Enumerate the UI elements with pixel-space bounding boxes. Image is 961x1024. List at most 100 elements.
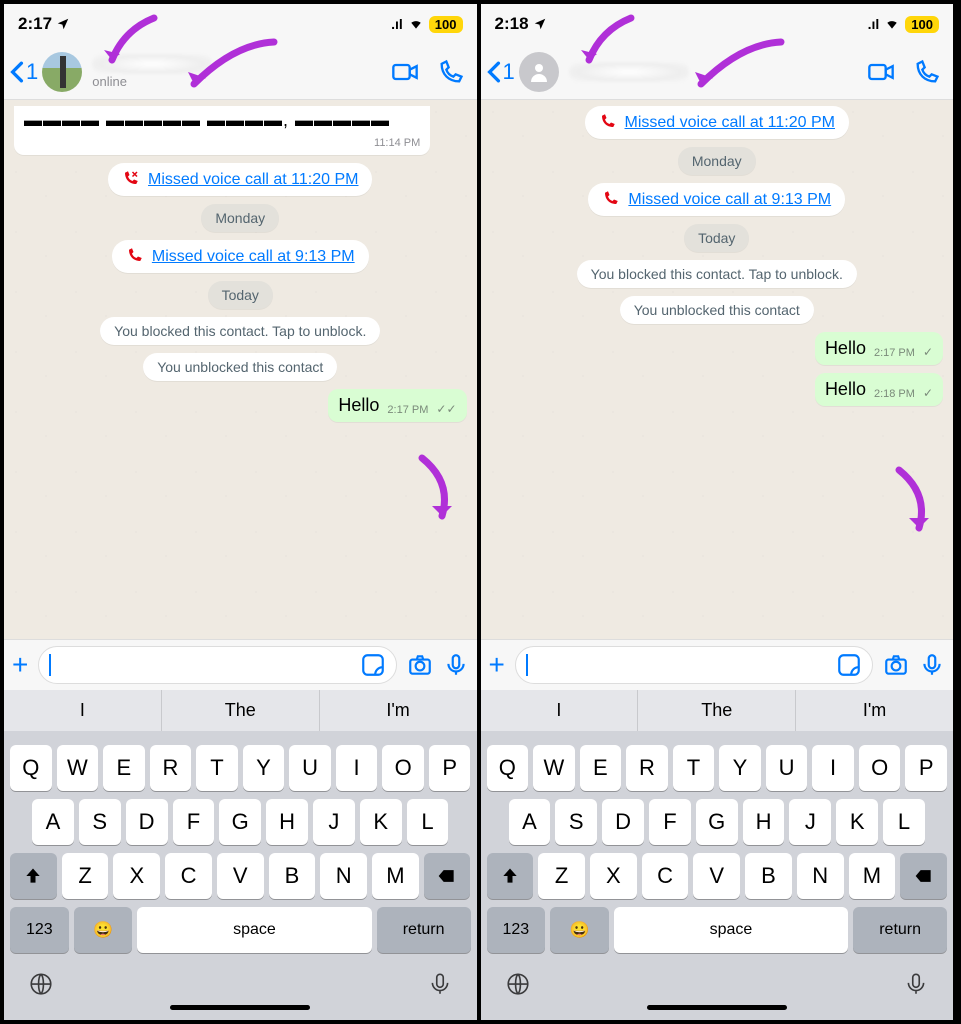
key-k[interactable]: K <box>836 799 878 845</box>
key-p[interactable]: P <box>905 745 947 791</box>
contact-avatar[interactable] <box>42 52 82 92</box>
key-b[interactable]: B <box>745 853 792 899</box>
key-u[interactable]: U <box>766 745 808 791</box>
back-button[interactable]: 1 <box>487 59 515 85</box>
key-j[interactable]: J <box>789 799 831 845</box>
space-key[interactable]: space <box>614 907 848 953</box>
numbers-key[interactable]: 123 <box>487 907 546 953</box>
key-s[interactable]: S <box>555 799 597 845</box>
key-y[interactable]: Y <box>719 745 761 791</box>
message-input[interactable] <box>515 646 873 684</box>
key-r[interactable]: R <box>626 745 668 791</box>
emoji-key[interactable]: 😀 <box>74 907 133 953</box>
home-indicator[interactable] <box>647 1005 787 1010</box>
sticker-icon[interactable] <box>836 652 862 678</box>
key-m[interactable]: M <box>849 853 896 899</box>
key-l[interactable]: L <box>407 799 449 845</box>
key-w[interactable]: W <box>57 745 99 791</box>
attach-button[interactable]: + <box>12 649 28 681</box>
suggestion[interactable]: The <box>638 690 796 731</box>
missed-call-pill[interactable]: Missed voice call at 11:20 PM <box>585 106 849 139</box>
suggestion[interactable]: The <box>162 690 320 731</box>
contact-info[interactable] <box>563 62 863 82</box>
return-key[interactable]: return <box>377 907 471 953</box>
key-o[interactable]: O <box>382 745 424 791</box>
chat-body[interactable]: Missed voice call at 11:20 PM Monday Mis… <box>481 100 954 639</box>
dictation-icon[interactable] <box>903 971 929 997</box>
blocked-pill[interactable]: You blocked this contact. Tap to unblock… <box>100 317 380 345</box>
video-call-icon[interactable] <box>391 58 419 86</box>
missed-call-link[interactable]: Missed voice call at 11:20 PM <box>625 114 835 132</box>
key-v[interactable]: V <box>693 853 740 899</box>
key-g[interactable]: G <box>696 799 738 845</box>
key-x[interactable]: X <box>113 853 160 899</box>
backspace-key[interactable] <box>424 853 471 899</box>
contact-avatar-placeholder[interactable] <box>519 52 559 92</box>
chat-body[interactable]: ▬▬▬▬ ▬▬▬▬▬ ▬▬▬▬, ▬▬▬▬▬ 11:14 PM Missed v… <box>4 100 477 639</box>
message-input[interactable] <box>38 646 396 684</box>
key-f[interactable]: F <box>173 799 215 845</box>
key-y[interactable]: Y <box>243 745 285 791</box>
sticker-icon[interactable] <box>360 652 386 678</box>
home-indicator[interactable] <box>170 1005 310 1010</box>
attach-button[interactable]: + <box>489 649 505 681</box>
key-w[interactable]: W <box>533 745 575 791</box>
key-f[interactable]: F <box>649 799 691 845</box>
key-v[interactable]: V <box>217 853 264 899</box>
mic-icon[interactable] <box>919 652 945 678</box>
key-z[interactable]: Z <box>62 853 109 899</box>
key-n[interactable]: N <box>797 853 844 899</box>
key-c[interactable]: C <box>165 853 212 899</box>
key-d[interactable]: D <box>602 799 644 845</box>
key-e[interactable]: E <box>580 745 622 791</box>
emoji-key[interactable]: 😀 <box>550 907 609 953</box>
missed-call-pill[interactable]: Missed voice call at 11:20 PM <box>108 163 372 196</box>
key-k[interactable]: K <box>360 799 402 845</box>
key-q[interactable]: Q <box>487 745 529 791</box>
missed-call-pill[interactable]: Missed voice call at 9:13 PM <box>588 183 845 216</box>
key-i[interactable]: I <box>812 745 854 791</box>
suggestion[interactable]: I <box>481 690 639 731</box>
key-r[interactable]: R <box>150 745 192 791</box>
key-z[interactable]: Z <box>538 853 585 899</box>
incoming-message[interactable]: ▬▬▬▬ ▬▬▬▬▬ ▬▬▬▬, ▬▬▬▬▬ 11:14 PM <box>14 106 430 155</box>
key-h[interactable]: H <box>743 799 785 845</box>
key-m[interactable]: M <box>372 853 419 899</box>
key-a[interactable]: A <box>32 799 74 845</box>
key-i[interactable]: I <box>336 745 378 791</box>
key-s[interactable]: S <box>79 799 121 845</box>
key-p[interactable]: P <box>429 745 471 791</box>
space-key[interactable]: space <box>137 907 371 953</box>
key-e[interactable]: E <box>103 745 145 791</box>
suggestion[interactable]: I'm <box>796 690 953 731</box>
voice-call-icon[interactable] <box>913 58 941 86</box>
shift-key[interactable] <box>10 853 57 899</box>
voice-call-icon[interactable] <box>437 58 465 86</box>
globe-icon[interactable] <box>505 971 531 997</box>
contact-info[interactable]: online <box>86 54 386 89</box>
outgoing-message[interactable]: Hello 2:17 PM ✓✓ <box>328 389 466 422</box>
key-t[interactable]: T <box>673 745 715 791</box>
key-h[interactable]: H <box>266 799 308 845</box>
key-g[interactable]: G <box>219 799 261 845</box>
backspace-key[interactable] <box>900 853 947 899</box>
dictation-icon[interactable] <box>427 971 453 997</box>
numbers-key[interactable]: 123 <box>10 907 69 953</box>
key-u[interactable]: U <box>289 745 331 791</box>
key-c[interactable]: C <box>642 853 689 899</box>
key-l[interactable]: L <box>883 799 925 845</box>
camera-icon[interactable] <box>883 652 909 678</box>
mic-icon[interactable] <box>443 652 469 678</box>
outgoing-message[interactable]: Hello 2:18 PM ✓ <box>815 373 943 406</box>
outgoing-message[interactable]: Hello 2:17 PM ✓ <box>815 332 943 365</box>
shift-key[interactable] <box>487 853 534 899</box>
key-b[interactable]: B <box>269 853 316 899</box>
key-a[interactable]: A <box>509 799 551 845</box>
back-button[interactable]: 1 <box>10 59 38 85</box>
return-key[interactable]: return <box>853 907 947 953</box>
missed-call-link[interactable]: Missed voice call at 9:13 PM <box>152 248 355 266</box>
key-d[interactable]: D <box>126 799 168 845</box>
missed-call-pill[interactable]: Missed voice call at 9:13 PM <box>112 240 369 273</box>
key-q[interactable]: Q <box>10 745 52 791</box>
missed-call-link[interactable]: Missed voice call at 11:20 PM <box>148 171 358 189</box>
